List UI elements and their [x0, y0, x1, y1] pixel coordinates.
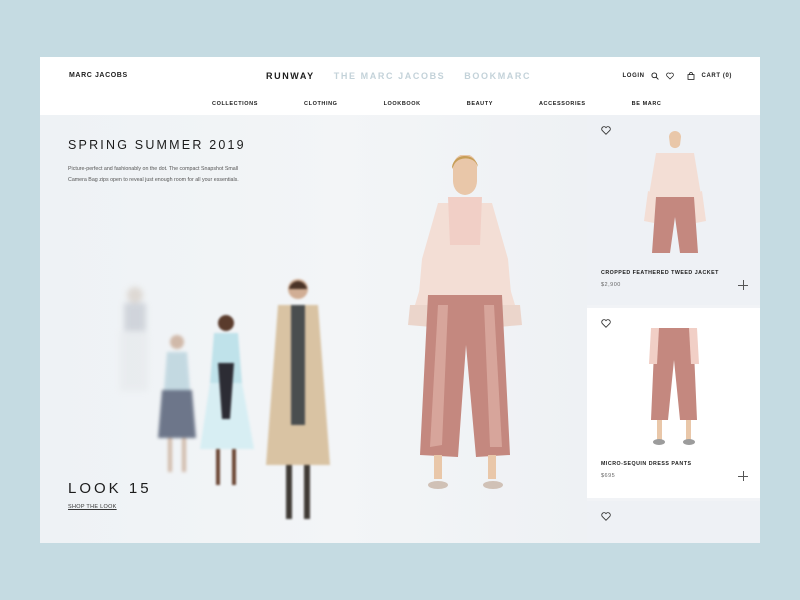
tab-the-marc-jacobs[interactable]: THE MARC JACOBS — [334, 71, 446, 81]
plus-icon[interactable] — [738, 471, 748, 481]
runway-model-2 — [266, 279, 330, 519]
top-tabs: RUNWAY THE MARC JACOBS BOOKMARC — [266, 71, 531, 81]
plus-icon[interactable] — [738, 280, 748, 290]
shop-the-look-link[interactable]: SHOP THE LOOK — [68, 504, 117, 510]
cart-link[interactable]: CART (0) — [702, 73, 732, 79]
heart-icon[interactable] — [601, 512, 611, 521]
product-sidebar: CROPPED FEATHERED TWEED JACKET $2,900 MI… — [587, 115, 760, 543]
heart-icon[interactable] — [601, 126, 611, 135]
nav-accessories[interactable]: ACCESSORIES — [539, 101, 586, 107]
main-nav: COLLECTIONS CLOTHING LOOKBOOK BEAUTY ACC… — [212, 101, 662, 107]
runway-hero: SPRING SUMMER 2019 Picture-perfect and f… — [40, 115, 587, 543]
season-title: SPRING SUMMER 2019 — [68, 138, 246, 152]
login-link[interactable]: LOGIN — [623, 73, 645, 79]
nav-beauty[interactable]: BEAUTY — [467, 101, 493, 107]
heart-icon[interactable] — [666, 71, 675, 80]
product-price: $695 — [601, 473, 616, 479]
brand-logo[interactable]: MARC JACOBS — [69, 72, 128, 79]
search-icon[interactable] — [651, 71, 660, 80]
product-name[interactable]: MICRO-SEQUIN DRESS PANTS — [601, 461, 691, 467]
heart-icon[interactable] — [601, 319, 611, 328]
product-image-pants[interactable] — [649, 324, 699, 448]
tab-runway[interactable]: RUNWAY — [266, 71, 315, 81]
bag-icon[interactable] — [687, 71, 696, 80]
site-header: MARC JACOBS RUNWAY THE MARC JACOBS BOOKM… — [40, 57, 760, 115]
page-frame: MARC JACOBS RUNWAY THE MARC JACOBS BOOKM… — [40, 57, 760, 543]
featured-model-look-15 — [408, 155, 522, 489]
runway-model-3 — [200, 315, 254, 485]
product-card[interactable] — [587, 501, 760, 543]
season-description: Picture-perfect and fashionably on the d… — [68, 166, 239, 183]
nav-collections[interactable]: COLLECTIONS — [212, 101, 258, 107]
product-card[interactable]: MICRO-SEQUIN DRESS PANTS $695 — [587, 308, 760, 498]
product-name[interactable]: CROPPED FEATHERED TWEED JACKET — [601, 270, 719, 276]
product-price: $2,900 — [601, 282, 621, 288]
product-card[interactable]: CROPPED FEATHERED TWEED JACKET $2,900 — [587, 115, 760, 305]
nav-lookbook[interactable]: LOOKBOOK — [384, 101, 421, 107]
product-image-jacket[interactable] — [642, 131, 708, 255]
nav-be-marc[interactable]: BE MARC — [632, 101, 662, 107]
tab-bookmarc[interactable]: BOOKMARC — [464, 71, 531, 81]
look-number: LOOK 15 — [68, 480, 152, 497]
nav-clothing[interactable]: CLOTHING — [304, 101, 338, 107]
header-utilities: LOGIN CART (0) — [623, 71, 732, 80]
